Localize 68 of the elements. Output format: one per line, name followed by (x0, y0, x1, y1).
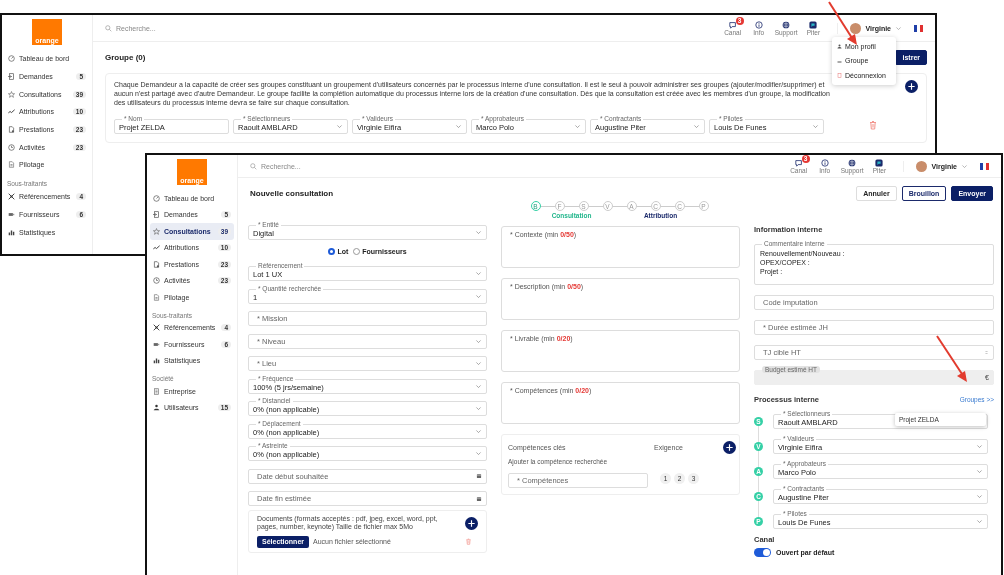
chevron-down-icon (475, 405, 482, 412)
avatar-icon (916, 160, 928, 172)
clock-icon (8, 143, 15, 151)
add-button[interactable] (905, 80, 918, 93)
gauge-icon (8, 55, 15, 63)
chevron-down-icon (475, 292, 482, 300)
app-icon (809, 20, 818, 29)
globe-icon (848, 158, 857, 167)
gauge-icon (153, 194, 160, 202)
clock-icon (153, 277, 160, 285)
spinner-icon (984, 349, 989, 356)
chevron-down-icon (475, 360, 482, 367)
page-title: Nouvelle consultation (250, 189, 334, 198)
chat-icon (728, 20, 737, 29)
plus-icon (467, 518, 476, 528)
page-title: Groupe (0) (105, 53, 146, 62)
flag-icon[interactable] (914, 24, 923, 32)
chevron-down-icon (976, 443, 983, 450)
chevron-down-icon (693, 123, 700, 130)
trash-icon (465, 538, 472, 546)
arrow (936, 335, 967, 382)
chevron-down-icon (336, 123, 343, 130)
bar-chart-icon (153, 357, 160, 365)
calendar-icon (476, 473, 482, 479)
chevron-down-icon (574, 123, 581, 130)
flag-icon[interactable] (980, 162, 989, 170)
chevron-down-icon (475, 382, 482, 390)
plus-icon (907, 82, 916, 91)
chevron-down-icon (976, 468, 983, 475)
network-icon (153, 324, 160, 332)
star-icon (8, 90, 15, 98)
chevron-down-icon (812, 123, 819, 130)
globe-icon (782, 20, 791, 29)
chevron-down-icon (976, 493, 983, 500)
calendar-icon (476, 495, 482, 502)
info-icon (754, 20, 763, 29)
document-icon (153, 260, 160, 268)
plus-icon (724, 443, 734, 452)
add-button[interactable] (722, 441, 736, 454)
chat-icon (794, 158, 803, 167)
network-icon (8, 193, 15, 201)
document-icon (153, 293, 160, 301)
document-icon (8, 161, 15, 169)
app-icon (875, 158, 884, 167)
chevron-down-icon (475, 229, 482, 236)
chevron-down-icon (976, 518, 983, 525)
search-icon (105, 24, 112, 32)
login-icon (153, 211, 160, 219)
avatar-icon (850, 22, 862, 34)
bar-chart-icon (8, 228, 15, 236)
chevron-down-icon (961, 162, 968, 170)
arrow (828, 1, 857, 45)
info-icon (820, 158, 829, 167)
add-button[interactable] (465, 516, 478, 530)
chevron-down-icon (475, 450, 482, 457)
login-icon (8, 73, 15, 81)
document-icon (8, 126, 15, 134)
trash-icon (868, 119, 878, 130)
star-icon (153, 227, 160, 235)
chevron-down-icon (475, 337, 482, 345)
chevron-down-icon (455, 123, 462, 130)
chevron-down-icon (475, 427, 482, 435)
search-icon (250, 162, 257, 170)
chevron-down-icon (895, 24, 902, 32)
toggle-switch[interactable] (754, 548, 771, 557)
building-icon (153, 387, 160, 395)
person-icon (837, 43, 842, 49)
chevron-down-icon (475, 270, 482, 277)
